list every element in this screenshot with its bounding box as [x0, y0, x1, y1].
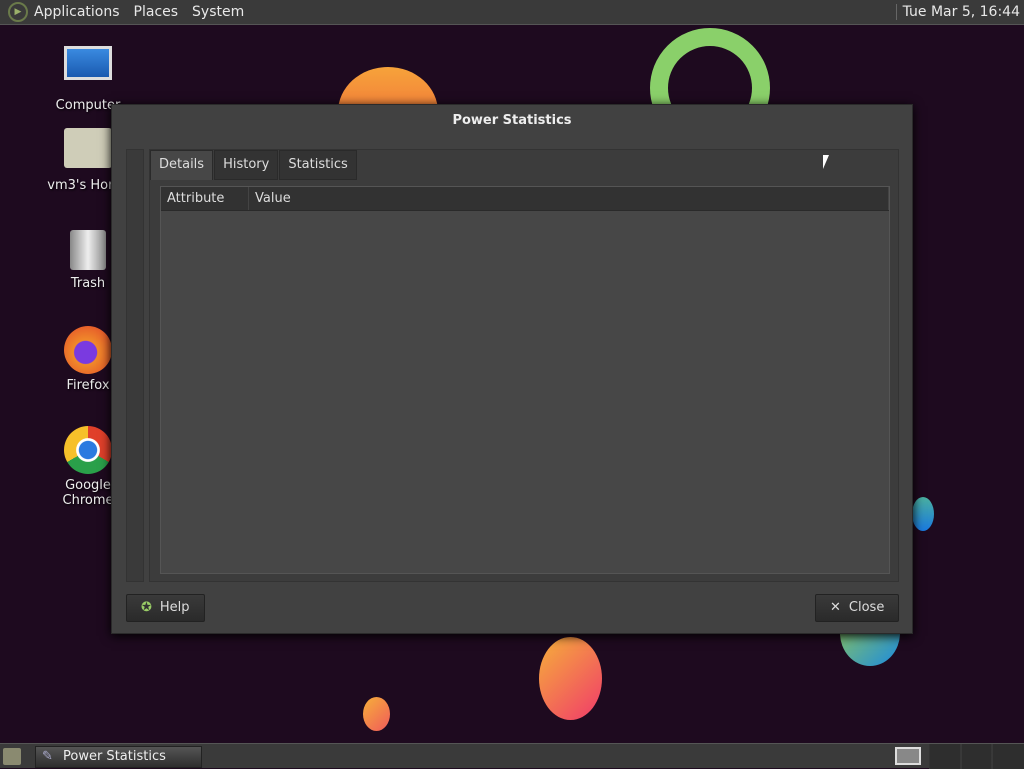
details-table[interactable]: Attribute Value — [160, 186, 890, 574]
show-desktop-icon[interactable] — [3, 748, 21, 765]
taskbar-item-power-statistics[interactable]: ✎ Power Statistics — [35, 746, 202, 768]
task-label: Power Statistics — [63, 749, 166, 764]
power-statistics-dialog: Power Statistics Details History Statist… — [111, 104, 913, 634]
menu-system[interactable]: System — [192, 4, 244, 20]
help-button[interactable]: ✪ Help — [126, 594, 205, 622]
chrome-icon — [64, 426, 112, 474]
bottom-panel: ✎ Power Statistics — [0, 743, 1024, 769]
help-icon: ✪ — [141, 600, 152, 615]
desktop-icon-computer[interactable]: Computer — [38, 46, 138, 113]
notebook: Details History Statistics Attribute Val… — [149, 149, 899, 582]
clock[interactable]: Tue Mar 5, 16:44 — [895, 4, 1020, 20]
trash-icon — [70, 230, 106, 270]
desktop-icon-label: Google Chrome — [62, 478, 114, 508]
workspace-1[interactable] — [895, 747, 921, 765]
tab-statistics[interactable]: Statistics — [279, 150, 357, 180]
column-header-attribute[interactable]: Attribute — [161, 187, 249, 210]
home-folder-icon — [64, 128, 112, 168]
close-label: Close — [848, 600, 885, 615]
tab-history[interactable]: History — [214, 150, 279, 180]
wallpaper-blob — [363, 697, 390, 731]
dialog-title: Power Statistics — [452, 113, 572, 128]
desktop-icon-label: Firefox — [66, 378, 110, 393]
top-panel: ▶ Applications Places System Tue Mar 5, … — [0, 0, 1024, 25]
workspace-switcher[interactable] — [929, 744, 1024, 769]
menu-logo-icon[interactable]: ▶ — [8, 2, 28, 22]
wallpaper-blob — [539, 637, 602, 720]
computer-icon — [64, 46, 112, 80]
column-header-value[interactable]: Value — [249, 187, 889, 210]
mouse-cursor — [823, 155, 829, 169]
close-icon: ✕ — [830, 600, 841, 615]
menu-places[interactable]: Places — [134, 4, 179, 20]
menu-applications[interactable]: Applications — [34, 4, 120, 20]
tab-details[interactable]: Details — [150, 150, 214, 180]
power-statistics-icon: ✎ — [42, 749, 53, 764]
device-list[interactable] — [126, 149, 144, 582]
close-button[interactable]: ✕ Close — [815, 594, 900, 622]
help-label: Help — [159, 600, 190, 615]
firefox-icon — [64, 326, 112, 374]
wallpaper-blob — [912, 497, 934, 531]
desktop-icon-label: Trash — [70, 276, 106, 291]
